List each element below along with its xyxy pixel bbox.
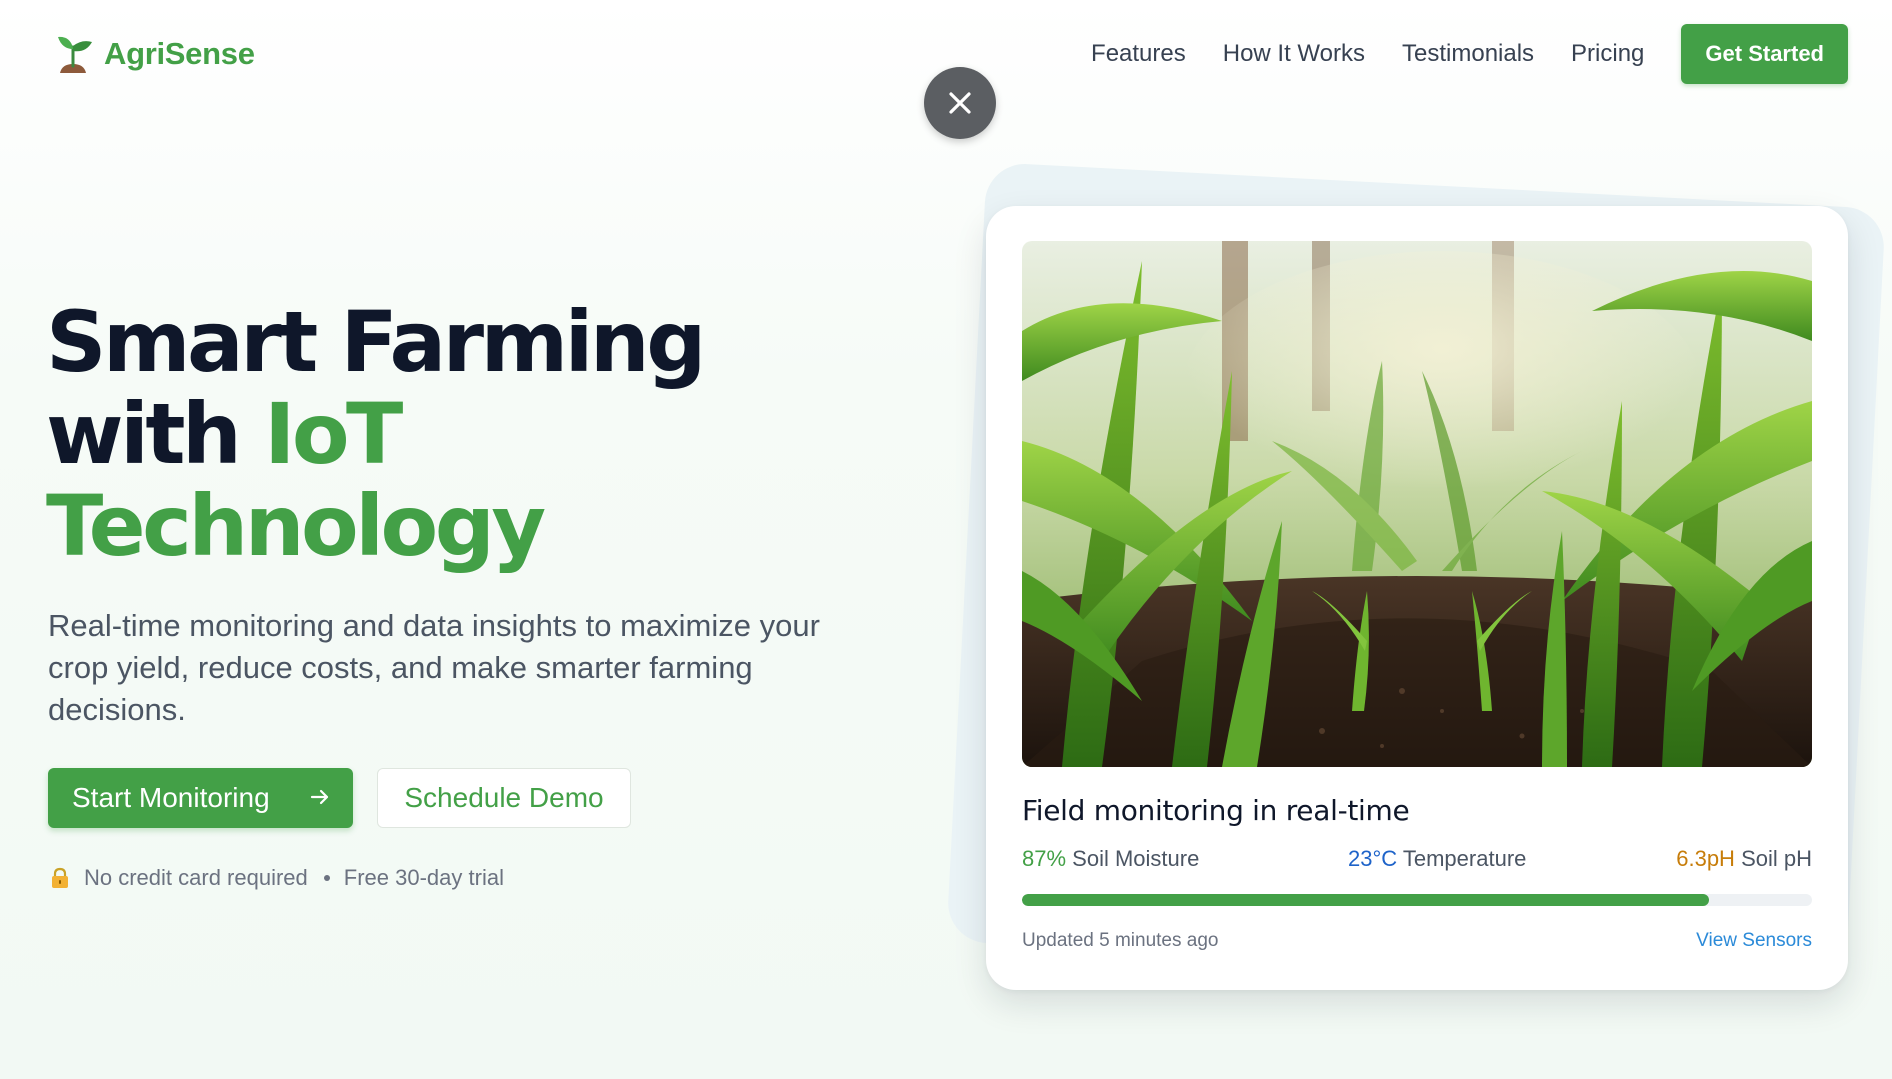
progress-bar: [1022, 894, 1812, 906]
metric-label: Soil Moisture: [1072, 846, 1200, 871]
corn-field-photo: [1022, 241, 1812, 767]
nav-link-testimonials[interactable]: Testimonials: [1402, 40, 1534, 68]
card-title: Field monitoring in real-time: [1022, 794, 1410, 827]
metrics-row: 87% Soil Moisture 23°C Temperature 6.3pH…: [1022, 846, 1812, 876]
field-monitoring-card: Field monitoring in real-time 87% Soil M…: [986, 206, 1848, 990]
metric-label: Soil pH: [1741, 846, 1812, 871]
nav-link-how-it-works[interactable]: How It Works: [1223, 40, 1365, 68]
metric-value: 6.3pH: [1676, 846, 1735, 871]
close-button[interactable]: [924, 67, 996, 139]
get-started-button[interactable]: Get Started: [1681, 24, 1848, 84]
hero-note: No credit card required Free 30-day tria…: [50, 864, 504, 892]
progress-fill: [1022, 894, 1710, 906]
metric-temperature: 23°C Temperature: [1348, 846, 1526, 872]
lock-icon: [52, 867, 68, 888]
start-monitoring-button[interactable]: Start Monitoring: [48, 768, 353, 828]
hero-title-line-2b: IoT: [264, 385, 403, 483]
brand-logo[interactable]: AgriSense: [52, 32, 255, 76]
separator-dot: [323, 875, 330, 881]
metric-label: Temperature: [1402, 846, 1527, 871]
hero-subtitle: Real-time monitoring and data insights t…: [48, 608, 820, 727]
metric-soil-ph: 6.3pH Soil pH: [1676, 846, 1812, 872]
arrow-right-icon: [310, 789, 329, 805]
hero-title-line-3: Technology: [46, 477, 546, 575]
nav-link-pricing[interactable]: Pricing: [1571, 40, 1644, 68]
hero-title: Smart Farming with IoT Technology: [46, 296, 866, 572]
metric-soil-moisture: 87% Soil Moisture: [1022, 846, 1199, 872]
hero-title-line-1: Smart Farming: [46, 293, 706, 391]
view-sensors-link[interactable]: View Sensors: [1696, 930, 1812, 952]
metric-value: 87%: [1022, 846, 1067, 871]
no-credit-card-text: No credit card required: [84, 865, 308, 890]
start-monitoring-label: Start Monitoring: [72, 782, 270, 813]
close-icon: [949, 92, 971, 114]
updated-timestamp: Updated 5 minutes ago: [1022, 930, 1219, 951]
brand-name: AgriSense: [104, 36, 255, 71]
free-trial-text: Free 30-day trial: [343, 865, 504, 890]
metric-value: 23°C: [1348, 846, 1398, 871]
schedule-demo-button[interactable]: Schedule Demo: [377, 768, 631, 828]
main-nav: Features How It Works Testimonials Prici…: [1091, 24, 1848, 84]
nav-link-features[interactable]: Features: [1091, 40, 1186, 68]
hero-title-line-2a: with: [46, 385, 265, 483]
seedling-icon: [58, 36, 92, 73]
